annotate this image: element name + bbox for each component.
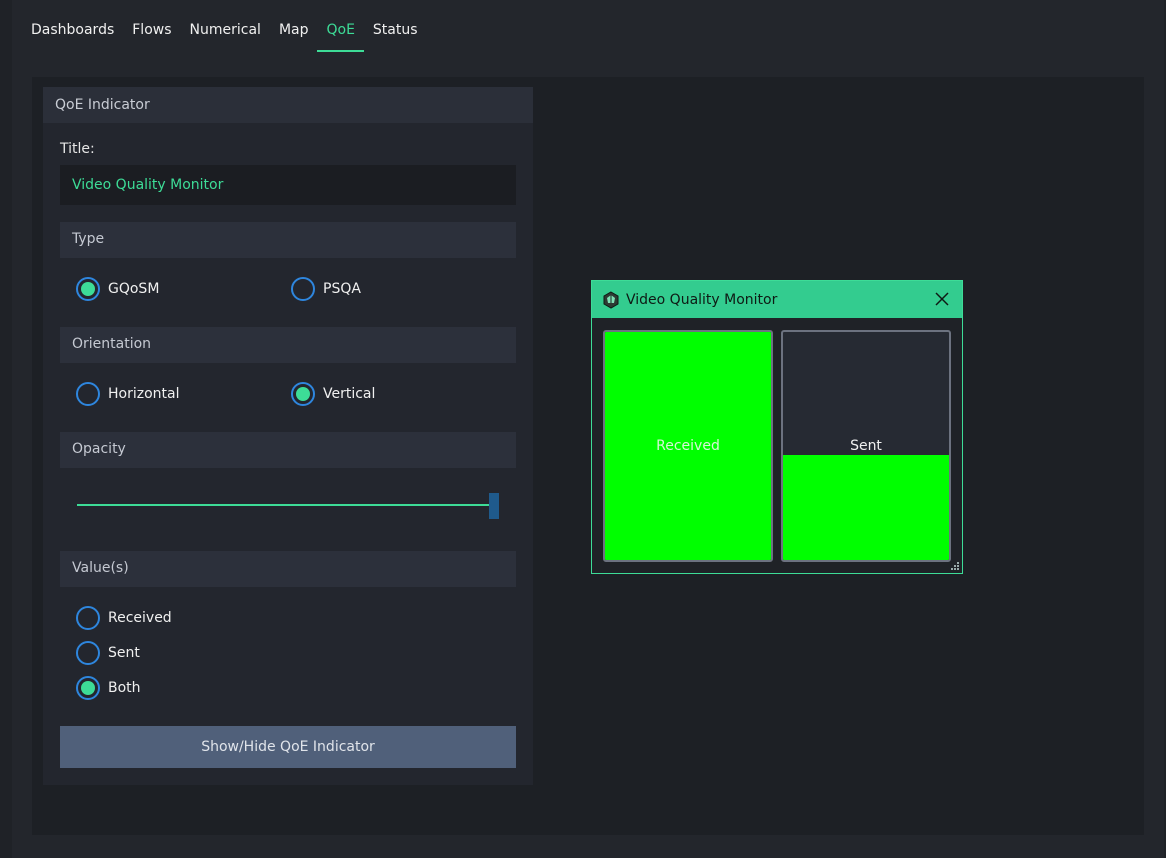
window-title: Video Quality Monitor	[626, 291, 778, 308]
radio-selected-dot	[296, 387, 310, 401]
tab-status[interactable]: Status	[364, 10, 427, 52]
tab-dashboards[interactable]: Dashboards	[22, 10, 123, 52]
radio-both[interactable]: Both	[76, 676, 141, 700]
title-input[interactable]	[60, 165, 516, 205]
received-meter-label: Received	[656, 438, 720, 454]
title-label: Title:	[60, 141, 95, 157]
radio-horizontal[interactable]: Horizontal	[76, 382, 179, 406]
slider-handle[interactable]	[489, 493, 499, 519]
radio-gqosm[interactable]: GQoSM	[76, 277, 159, 301]
values-section-header: Value(s)	[60, 551, 516, 587]
opacity-section-header: Opacity	[60, 432, 516, 468]
slider-track	[77, 504, 489, 506]
type-section-header: Type	[60, 222, 516, 258]
radio-label: Vertical	[323, 386, 376, 402]
resize-grip-icon[interactable]	[950, 561, 960, 571]
radio-circle	[291, 277, 315, 301]
tab-bar: Dashboards Flows Numerical Map QoE Statu…	[22, 10, 427, 54]
sent-meter: Sent	[781, 330, 951, 562]
tab-numerical[interactable]: Numerical	[181, 10, 270, 52]
app-root: Dashboards Flows Numerical Map QoE Statu…	[0, 0, 1166, 858]
received-meter: Received	[603, 330, 773, 562]
radio-selected-dot	[81, 681, 95, 695]
radio-selected-dot	[81, 282, 95, 296]
radio-label: Horizontal	[108, 386, 180, 402]
radio-circle	[76, 641, 100, 665]
app-logo-icon	[603, 290, 619, 309]
radio-received[interactable]: Received	[76, 606, 172, 630]
radio-circle	[291, 382, 315, 406]
opacity-slider[interactable]	[77, 491, 501, 519]
sent-meter-fill	[783, 455, 949, 560]
show-hide-qoe-button[interactable]: Show/Hide QoE Indicator	[60, 726, 516, 768]
close-icon[interactable]	[934, 291, 950, 307]
radio-circle	[76, 676, 100, 700]
radio-vertical[interactable]: Vertical	[291, 382, 375, 406]
radio-label: Received	[108, 610, 172, 626]
qoe-indicator-window[interactable]: Video Quality Monitor Received Sent	[591, 280, 963, 574]
tab-flows[interactable]: Flows	[123, 10, 180, 52]
radio-circle	[76, 382, 100, 406]
radio-circle	[76, 277, 100, 301]
panel-header: QoE Indicator	[43, 87, 533, 123]
orientation-section-header: Orientation	[60, 327, 516, 363]
radio-sent[interactable]: Sent	[76, 641, 140, 665]
window-titlebar[interactable]: Video Quality Monitor	[592, 281, 962, 318]
radio-circle	[76, 606, 100, 630]
tab-qoe[interactable]: QoE	[317, 10, 364, 52]
radio-label: Sent	[108, 645, 140, 661]
radio-label: Both	[108, 680, 141, 696]
radio-label: PSQA	[323, 281, 361, 297]
qoe-settings-panel: QoE Indicator Title: Type GQoSM PSQA Ori…	[43, 87, 533, 785]
sent-meter-label: Sent	[850, 438, 882, 454]
radio-label: GQoSM	[108, 281, 160, 297]
tab-map[interactable]: Map	[270, 10, 318, 52]
radio-psqa[interactable]: PSQA	[291, 277, 361, 301]
